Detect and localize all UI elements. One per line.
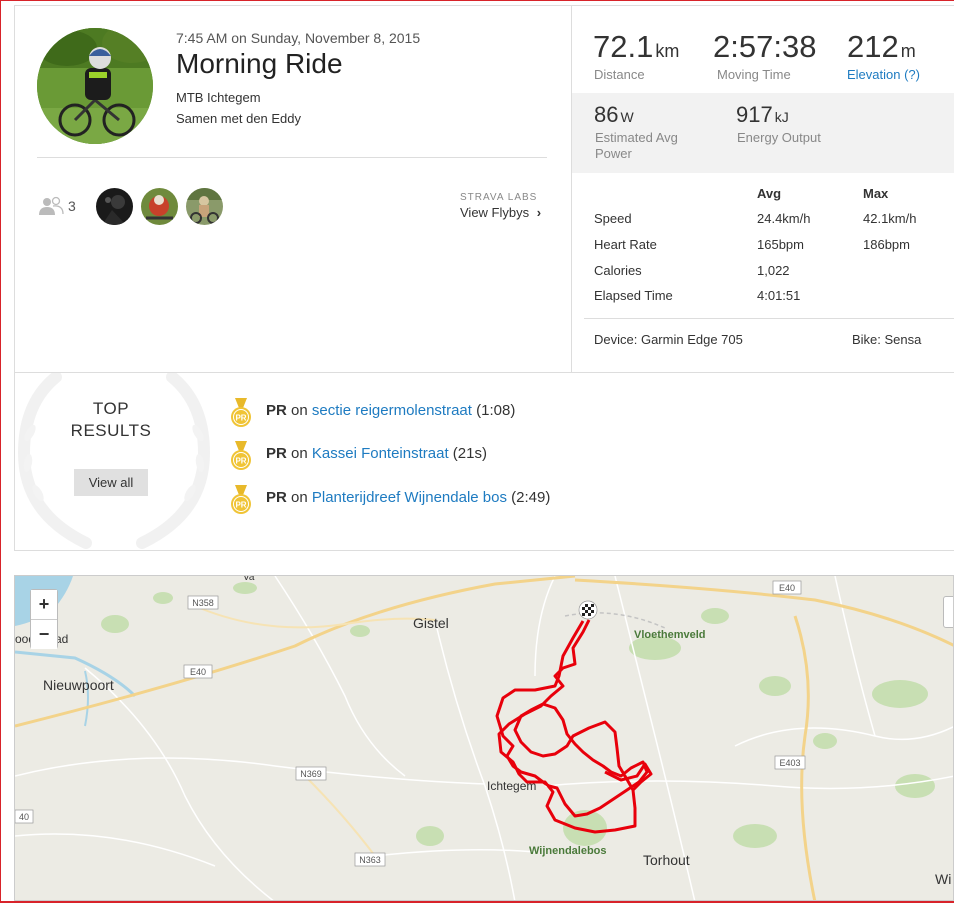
distance-value: 72.1 km <box>593 29 679 65</box>
pr-medal-text: PR <box>235 457 246 466</box>
place-label: Gistel <box>413 615 449 631</box>
zoom-in-button[interactable]: + <box>31 590 57 619</box>
road-label: E40 <box>190 667 206 677</box>
moving-time-label: Moving Time <box>717 67 791 82</box>
view-all-button[interactable]: View all <box>74 469 148 496</box>
table-cell-avg: 24.4km/h <box>757 211 811 226</box>
kudos-group-icon[interactable] <box>38 196 66 216</box>
activity-description: MTB Ichtegem <box>176 90 261 105</box>
energy-number: 917 <box>736 102 773 127</box>
max-column-header: Max <box>863 186 889 201</box>
place-label: Va <box>243 576 255 583</box>
energy-unit: kJ <box>774 109 789 125</box>
activity-date: 7:45 AM on Sunday, November 8, 2015 <box>176 30 421 46</box>
kudos-athlete-avatar[interactable] <box>141 188 178 225</box>
device-info: Device: Garmin Edge 705 <box>594 332 743 347</box>
pr-medal-icon: PR <box>231 485 251 514</box>
place-label: Wi <box>935 871 951 887</box>
top-results-title-line: RESULTS <box>70 421 152 440</box>
road-label: N363 <box>359 855 381 865</box>
power-number: 86 <box>594 102 619 127</box>
place-label: Nieuwpoort <box>43 677 114 693</box>
pr-result-item: PR on sectie reigermolenstraat (1:08) <box>266 402 515 419</box>
pr-time: (21s) <box>452 445 487 462</box>
power-label: Estimated Avg <box>595 130 678 145</box>
pr-badge-text: PR <box>266 402 287 419</box>
segment-link[interactable]: Planterijdreef Wijnendale bos <box>312 489 507 506</box>
zoom-out-button[interactable]: − <box>31 620 57 649</box>
table-cell-avg: 165bpm <box>757 237 804 252</box>
divider <box>37 157 547 158</box>
table-row-label: Elapsed Time <box>594 288 673 303</box>
pr-on-text: on <box>291 445 308 462</box>
pr-time: (2:49) <box>511 489 551 506</box>
pr-result-item: PR on Kassei Fonteinstraat (21s) <box>266 445 487 462</box>
finish-flag-icon <box>578 600 598 620</box>
pr-result-item: PR on Planterijdreef Wijnendale bos (2:4… <box>266 489 550 506</box>
divider <box>584 318 954 319</box>
kudos-count: 3 <box>68 198 76 214</box>
segment-link[interactable]: sectie reigermolenstraat <box>312 402 472 419</box>
pr-medal-icon: PR <box>231 441 251 470</box>
pr-on-text: on <box>291 489 308 506</box>
road-label: 40 <box>19 812 29 822</box>
kudos-athlete-avatar[interactable] <box>186 188 223 225</box>
road-label: E403 <box>779 758 800 768</box>
table-cell-avg: 1,022 <box>757 263 790 278</box>
energy-value: 917 kJ <box>736 102 789 128</box>
athlete-avatar[interactable] <box>37 28 153 144</box>
place-label: Torhout <box>643 852 690 868</box>
road-label: E40 <box>779 583 795 593</box>
pr-on-text: on <box>291 402 308 419</box>
elevation-value: 212 m <box>847 29 916 65</box>
pr-medal-text: PR <box>235 501 246 510</box>
table-row-label: Calories <box>594 263 642 278</box>
distance-label: Distance <box>594 67 645 82</box>
pr-medal-icon: PR <box>231 398 251 427</box>
pr-badge-text: PR <box>266 489 287 506</box>
energy-label: Energy Output <box>737 130 821 145</box>
table-row-label: Speed <box>594 211 632 226</box>
view-flybys-label[interactable]: View Flybys <box>460 205 529 220</box>
chevron-right-icon: › <box>536 205 542 220</box>
table-row-label: Heart Rate <box>594 237 657 252</box>
activity-description-2: Samen met den Eddy <box>176 111 302 126</box>
elevation-unit: m <box>900 41 916 61</box>
pr-medal-text: PR <box>235 414 246 423</box>
place-label: Wijnendalebos <box>529 845 607 857</box>
activity-title: Morning Ride <box>176 48 343 79</box>
stats-divider <box>571 5 572 373</box>
place-label: Vloethemveld <box>634 629 706 641</box>
road-label: N369 <box>300 769 322 779</box>
top-results-title: TOP RESULTS <box>40 398 182 442</box>
view-flybys-link[interactable]: View Flybys › <box>460 205 541 220</box>
moving-time-value: 2:57:38 <box>713 29 817 64</box>
map-canvas[interactable]: N358 E40 E40 N369 E403 N363 40 Gistel Ni… <box>15 576 954 901</box>
elevation-help-link[interactable]: Elevation (?) <box>847 67 920 82</box>
bike-info: Bike: Sensa <box>852 332 922 347</box>
segment-link[interactable]: Kassei Fonteinstraat <box>312 445 449 462</box>
table-cell-max: 42.1km/h <box>863 211 917 226</box>
kudos-athlete-avatar[interactable] <box>96 188 133 225</box>
pr-badge-text: PR <box>266 445 287 462</box>
top-results-title-line: TOP <box>92 399 130 418</box>
table-cell-max: 186bpm <box>863 237 910 252</box>
strava-labs-label: STRAVA LABS <box>460 192 538 203</box>
distance-number: 72.1 <box>593 29 654 64</box>
table-cell-avg: 4:01:51 <box>757 288 801 303</box>
map-layer-toggle[interactable] <box>943 596 953 628</box>
pr-time: (1:08) <box>476 402 516 419</box>
power-value: 86 W <box>594 102 634 128</box>
power-label-2: Power <box>595 146 632 161</box>
zoom-control: + − <box>30 589 58 649</box>
route-map[interactable]: N358 E40 E40 N369 E403 N363 40 Gistel Ni… <box>14 575 954 901</box>
elevation-number: 212 <box>847 29 899 64</box>
distance-unit: km <box>655 41 680 61</box>
road-label: N358 <box>192 598 214 608</box>
avg-column-header: Avg <box>757 186 782 201</box>
power-unit: W <box>620 109 634 125</box>
